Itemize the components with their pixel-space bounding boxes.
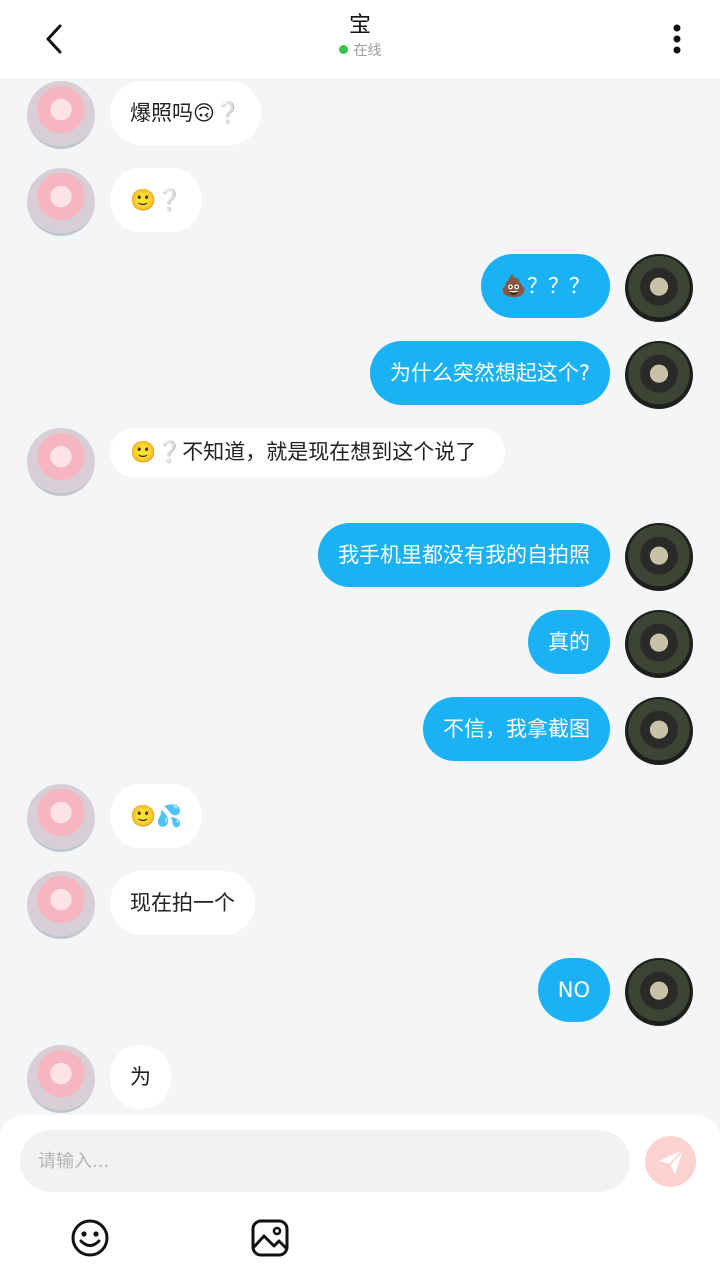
emoji-icon (71, 1219, 109, 1257)
contact-avatar[interactable] (27, 784, 95, 852)
user-avatar[interactable] (625, 958, 693, 1026)
emoji-button[interactable] (70, 1218, 110, 1258)
message-bubble[interactable]: 🙂💦 (110, 784, 203, 848)
online-status-text: 在线 (353, 43, 382, 59)
contact-info: 宝 在线 (0, 12, 720, 60)
more-vertical-icon (673, 24, 681, 54)
message-bubble[interactable]: 🙂❔不知道，就是现在想到这个说了 (110, 428, 505, 477)
user-avatar[interactable] (625, 610, 693, 678)
contact-name: 宝 (348, 13, 371, 38)
message-input[interactable] (20, 1130, 630, 1192)
message-bubble[interactable]: 不信，我拿截图 (423, 697, 610, 761)
message-bubble[interactable]: 现在拍一个 (110, 871, 255, 935)
message-bubble[interactable]: 爆照吗🙃❔ (110, 81, 262, 145)
chat-header: 宝 在线 (0, 0, 720, 78)
send-button[interactable] (645, 1136, 696, 1187)
user-avatar[interactable] (625, 697, 693, 765)
send-icon (658, 1148, 684, 1174)
user-avatar[interactable] (625, 523, 693, 591)
message-bubble[interactable]: NO (537, 958, 610, 1022)
message-bubble[interactable]: 我手机里都没有我的自拍照 (318, 523, 610, 587)
more-options-button[interactable] (652, 14, 702, 64)
online-dot-icon (338, 45, 348, 54)
image-button[interactable] (250, 1218, 290, 1258)
image-icon (251, 1219, 289, 1257)
message-list[interactable]: 爆照吗🙃❔ 🙂❔ 💩？？？ 为什么突然想起这个? 🙂❔不知道，就是现在想到这个说… (0, 78, 720, 1115)
user-avatar[interactable] (625, 254, 693, 322)
contact-avatar[interactable] (27, 81, 95, 149)
message-bubble[interactable]: 为什么突然想起这个? (369, 341, 610, 405)
message-composer (0, 1115, 720, 1281)
message-bubble[interactable]: 🙂❔ (110, 168, 203, 232)
user-avatar[interactable] (625, 341, 693, 409)
contact-avatar[interactable] (27, 871, 95, 939)
message-bubble[interactable]: 为 (110, 1045, 171, 1109)
message-bubble[interactable]: 💩？？？ (480, 254, 610, 318)
online-status: 在线 (0, 42, 720, 60)
contact-avatar[interactable] (27, 428, 95, 496)
contact-avatar[interactable] (27, 1045, 95, 1113)
contact-avatar[interactable] (27, 168, 95, 236)
message-bubble[interactable]: 真的 (528, 610, 610, 674)
